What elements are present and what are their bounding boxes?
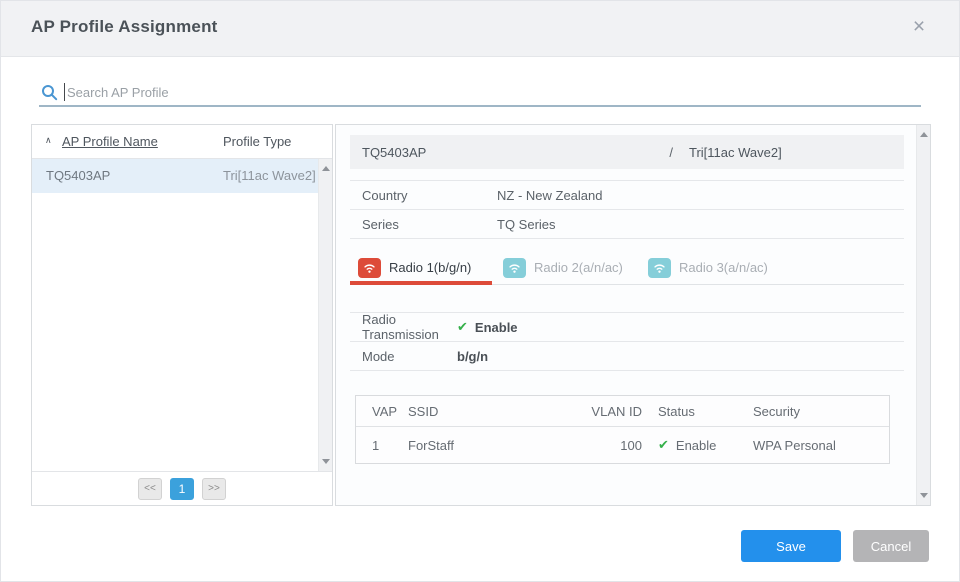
pagination-page-1-button[interactable]: 1	[170, 478, 194, 500]
pagination-prev-button[interactable]: <<	[138, 478, 162, 500]
column-ssid: SSID	[408, 404, 552, 419]
radio-settings: Radio Transmission ✔ Enable Mode b/g/n	[350, 312, 904, 371]
country-value: NZ - New Zealand	[497, 188, 602, 203]
column-vlan-id: VLAN ID	[552, 404, 642, 419]
vlan-id-value: 100	[552, 438, 642, 453]
profile-detail-content: TQ5403AP / Tri[11ac Wave2] Country NZ - …	[350, 125, 904, 464]
detail-scrollbar[interactable]	[916, 125, 930, 505]
tab-radio-3[interactable]: Radio 3(a/n/ac)	[642, 251, 782, 284]
text-cursor	[64, 83, 65, 101]
check-icon: ✔	[457, 319, 468, 335]
wifi-icon	[648, 258, 671, 278]
vap-value: 1	[368, 438, 408, 453]
search-bar	[39, 80, 921, 107]
series-label: Series	[362, 217, 497, 232]
dialog-title: AP Profile Assignment	[31, 17, 218, 37]
pagination: << 1 >>	[32, 471, 332, 505]
tab-radio-1-label: Radio 1(b/g/n)	[389, 260, 471, 275]
field-series: Series TQ Series	[350, 210, 904, 239]
field-country: Country NZ - New Zealand	[350, 181, 904, 210]
detail-titlebar: TQ5403AP / Tri[11ac Wave2]	[350, 135, 904, 169]
ap-profile-list-panel: ∧ AP Profile Name Profile Type TQ5403AP …	[31, 124, 333, 506]
search-input[interactable]	[67, 80, 919, 104]
status-value: ✔ Enable	[642, 437, 737, 453]
wifi-icon	[503, 258, 526, 278]
ssid-value: ForStaff	[408, 438, 552, 453]
radio-transmission-value: Enable	[475, 320, 518, 335]
column-status: Status	[642, 404, 737, 419]
mode-label: Mode	[362, 349, 457, 364]
vap-table-header: VAP SSID VLAN ID Status Security	[356, 396, 889, 426]
scroll-down-icon[interactable]	[322, 459, 330, 464]
column-vap: VAP	[368, 404, 408, 419]
column-ap-profile-name[interactable]: AP Profile Name	[62, 134, 158, 149]
series-value: TQ Series	[497, 217, 556, 232]
scroll-down-icon[interactable]	[920, 493, 928, 498]
check-icon: ✔	[658, 437, 669, 453]
detail-profile-type: Tri[11ac Wave2]	[689, 145, 904, 160]
close-icon[interactable]: ×	[907, 15, 931, 39]
scroll-up-icon[interactable]	[322, 166, 330, 171]
tab-radio-2-label: Radio 2(a/n/ac)	[534, 260, 623, 275]
tab-radio-1[interactable]: Radio 1(b/g/n)	[352, 251, 492, 284]
tab-radio-2[interactable]: Radio 2(a/n/ac)	[497, 251, 637, 284]
field-mode: Mode b/g/n	[350, 342, 904, 371]
profile-detail-panel: TQ5403AP / Tri[11ac Wave2] Country NZ - …	[335, 124, 931, 506]
status-text: Enable	[676, 438, 716, 453]
profile-list-header: ∧ AP Profile Name Profile Type	[32, 125, 332, 159]
titlebar-separator: /	[669, 145, 673, 160]
cancel-button[interactable]: Cancel	[853, 530, 929, 562]
profile-name: TQ5403AP	[46, 168, 110, 183]
profile-type: Tri[11ac Wave2]	[223, 168, 316, 183]
ap-profile-assignment-dialog: AP Profile Assignment × ∧ AP Profile Nam…	[0, 0, 960, 582]
radio-transmission-label: Radio Transmission	[362, 312, 457, 342]
list-scrollbar[interactable]	[318, 159, 332, 471]
column-security: Security	[737, 404, 877, 419]
general-fields: Country NZ - New Zealand Series TQ Serie…	[350, 180, 904, 239]
scroll-up-icon[interactable]	[920, 132, 928, 137]
radio-tabs: Radio 1(b/g/n) Radio 2(a/n/ac) Radio 3(a…	[350, 251, 904, 285]
security-value: WPA Personal	[737, 438, 877, 453]
wifi-icon	[358, 258, 381, 278]
column-profile-type[interactable]: Profile Type	[223, 134, 291, 149]
dialog-header: AP Profile Assignment ×	[1, 1, 959, 57]
mode-value: b/g/n	[457, 349, 488, 364]
profile-row-selected[interactable]: TQ5403AP Tri[11ac Wave2]	[32, 159, 332, 193]
vap-table: VAP SSID VLAN ID Status Security 1 ForSt…	[355, 395, 890, 464]
tab-radio-3-label: Radio 3(a/n/ac)	[679, 260, 768, 275]
sort-ascending-icon[interactable]: ∧	[45, 135, 52, 146]
detail-profile-name: TQ5403AP	[362, 145, 669, 160]
search-icon	[41, 84, 58, 101]
save-button[interactable]: Save	[741, 530, 841, 562]
vap-table-row[interactable]: 1 ForStaff 100 ✔ Enable WPA Personal	[356, 426, 889, 463]
field-radio-transmission: Radio Transmission ✔ Enable	[350, 313, 904, 342]
pagination-next-button[interactable]: >>	[202, 478, 226, 500]
country-label: Country	[362, 188, 497, 203]
